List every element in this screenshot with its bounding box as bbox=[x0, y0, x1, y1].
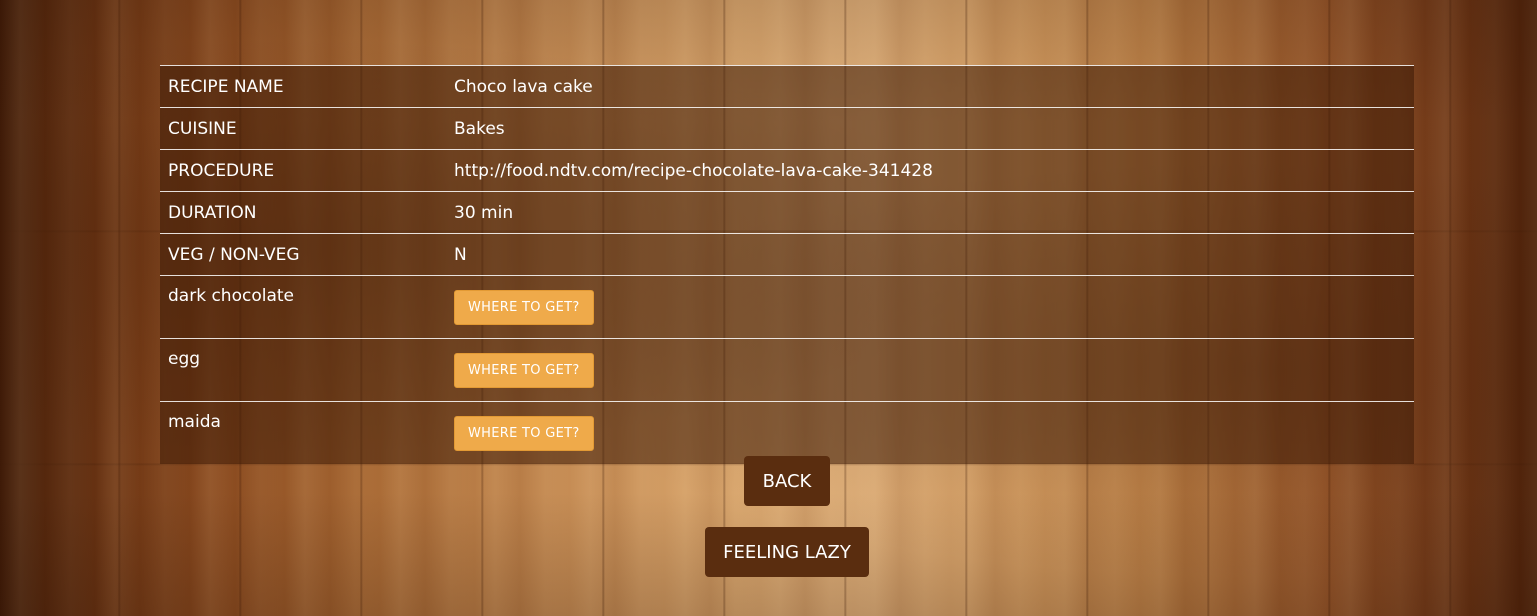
ingredient-name: egg bbox=[160, 338, 446, 402]
cuisine-row: CUISINE Bakes bbox=[160, 107, 1414, 150]
ingredient-name: maida bbox=[168, 412, 221, 432]
ingredient-row: egg WHERE TO GET? bbox=[160, 338, 1414, 402]
where-to-get-button[interactable]: WHERE TO GET? bbox=[454, 289, 594, 325]
where-to-get-button[interactable]: WHERE TO GET? bbox=[454, 415, 594, 451]
procedure-label: PROCEDURE bbox=[160, 149, 446, 192]
ingredient-action-cell: WHERE TO GET? bbox=[446, 338, 1414, 402]
veg-value: N bbox=[446, 233, 1414, 276]
recipe-name-row: RECIPE NAME Choco lava cake bbox=[160, 65, 1414, 108]
where-to-get-button[interactable]: WHERE TO GET? bbox=[454, 352, 594, 388]
duration-label: DURATION bbox=[160, 191, 446, 234]
procedure-value: http://food.ndtv.com/recipe-chocolate-la… bbox=[446, 149, 1414, 192]
ingredient-row: dark chocolate WHERE TO GET? bbox=[160, 275, 1414, 339]
duration-value: 30 min bbox=[446, 191, 1414, 234]
veg-label: VEG / NON-VEG bbox=[160, 233, 446, 276]
ingredient-row: maida WHERE TO GET? bbox=[160, 402, 1414, 465]
duration-row: DURATION 30 min bbox=[160, 191, 1414, 234]
cuisine-value: Bakes bbox=[446, 107, 1414, 150]
procedure-row: PROCEDURE http://food.ndtv.com/recipe-ch… bbox=[160, 149, 1414, 192]
cuisine-label: CUISINE bbox=[160, 107, 446, 150]
feeling-lazy-button[interactable]: FEELING LAZY bbox=[705, 527, 869, 577]
recipe-details-table: RECIPE NAME Choco lava cake CUISINE Bake… bbox=[160, 65, 1414, 464]
recipe-name-label: RECIPE NAME bbox=[160, 65, 446, 108]
recipe-name-value: Choco lava cake bbox=[446, 65, 1414, 108]
ingredient-action-cell: WHERE TO GET? bbox=[446, 402, 1414, 465]
veg-row: VEG / NON-VEG N bbox=[160, 233, 1414, 276]
back-button[interactable]: BACK bbox=[744, 456, 830, 506]
ingredient-name: dark chocolate bbox=[160, 275, 446, 339]
ingredient-action-cell: WHERE TO GET? bbox=[446, 275, 1414, 339]
